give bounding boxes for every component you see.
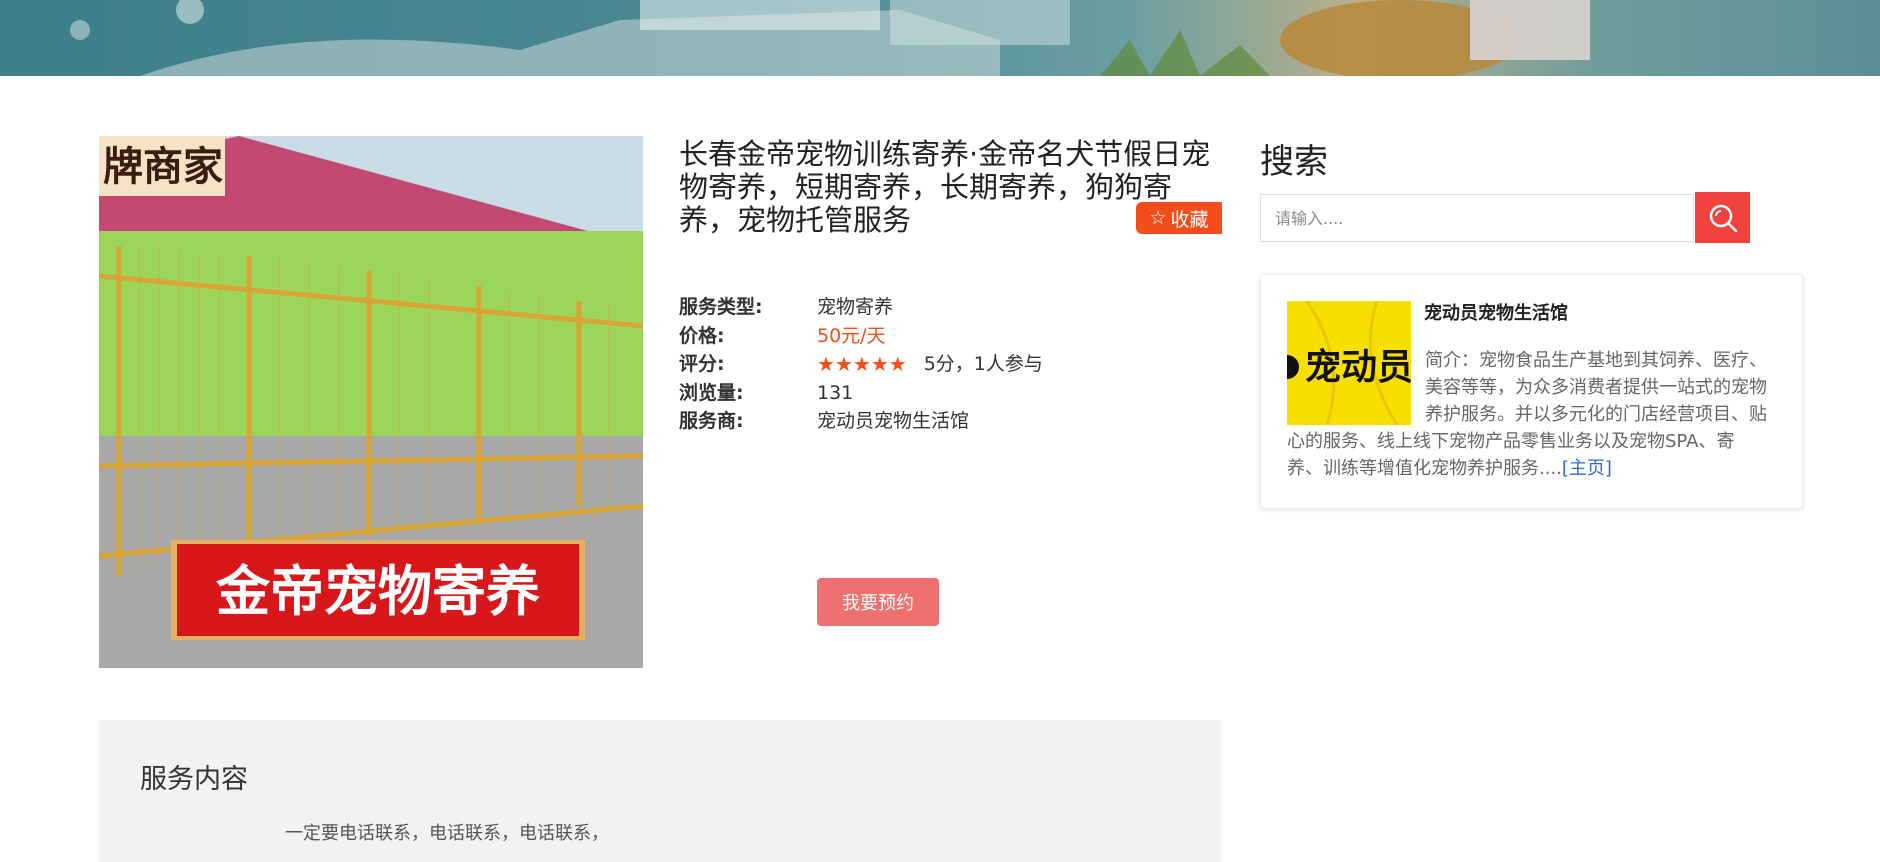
shop-homepage-link[interactable]: [主页] (1562, 458, 1612, 479)
favorite-label: 收藏 (1170, 208, 1209, 231)
info-row-price: 价格: 50元/天 (679, 322, 1043, 351)
photo-caption: 金帝宠物寄养 (215, 560, 540, 623)
views-label: 浏览量: (679, 381, 744, 404)
info-row-views: 浏览量: 131 (679, 379, 1043, 408)
star-outline-icon: ☆ (1149, 207, 1167, 229)
top-banner (0, 0, 1880, 76)
star-icon: ★ (888, 352, 907, 376)
search-input[interactable] (1260, 194, 1694, 242)
shop-name[interactable]: 宠动员宠物生活馆 (1424, 299, 1568, 325)
price-label: 价格: (679, 324, 725, 347)
type-label: 服务类型: (679, 296, 763, 318)
type-value: 宠物寄养 (817, 296, 894, 318)
service-content-text: 一定要电话联系，电话联系，电话联系， (285, 823, 609, 844)
views-value: 131 (817, 381, 854, 404)
search-heading: 搜索 (1260, 142, 1328, 182)
service-content-panel (99, 720, 1221, 862)
star-icon: ★ (817, 352, 835, 376)
star-icon: ★ (852, 352, 871, 376)
favorite-button[interactable]: ☆ 收藏 (1136, 202, 1222, 234)
shop-description: 简介：宠物食品生产基地到其饲养、医疗、美容等等，为众多消费者提供一站式的宠物养护… (1287, 347, 1767, 482)
search-icon (1709, 204, 1737, 232)
provider-label: 服务商: (679, 410, 744, 432)
search-button[interactable] (1695, 192, 1750, 243)
book-button[interactable]: 我要预约 (817, 578, 939, 626)
star-icon: ★ (834, 352, 853, 376)
info-row-type: 服务类型: 宠物寄养 (679, 293, 1043, 322)
info-row-provider: 服务商: 宠动员宠物生活馆 (679, 407, 1043, 436)
service-info: 服务类型: 宠物寄养 价格: 50元/天 评分: ★ ★ ★ ★ ★ 5分，1人参与 浏… (679, 293, 1043, 436)
service-content-heading: 服务内容 (140, 764, 248, 795)
service-photo: 牌商家 金帝宠物寄养 (99, 136, 643, 668)
info-row-rating: 评分: ★ ★ ★ ★ ★ 5分，1人参与 (679, 350, 1043, 379)
rating-stars: ★ ★ ★ ★ ★ (817, 350, 907, 379)
photo-corner-text: 牌商家 (103, 144, 223, 190)
price-value: 50元/天 (817, 324, 886, 347)
banner-illustration (70, 0, 1590, 76)
rating-text: 5分，1人参与 (923, 353, 1043, 375)
star-icon: ★ (870, 352, 889, 376)
provider-value: 宠动员宠物生活馆 (817, 410, 970, 432)
shop-card: 宠动员 宠动员宠物生活馆 简介：宠物食品生产基地到其饲养、医疗、美容等等，为众多… (1260, 274, 1803, 509)
rating-label: 评分: (679, 353, 725, 375)
